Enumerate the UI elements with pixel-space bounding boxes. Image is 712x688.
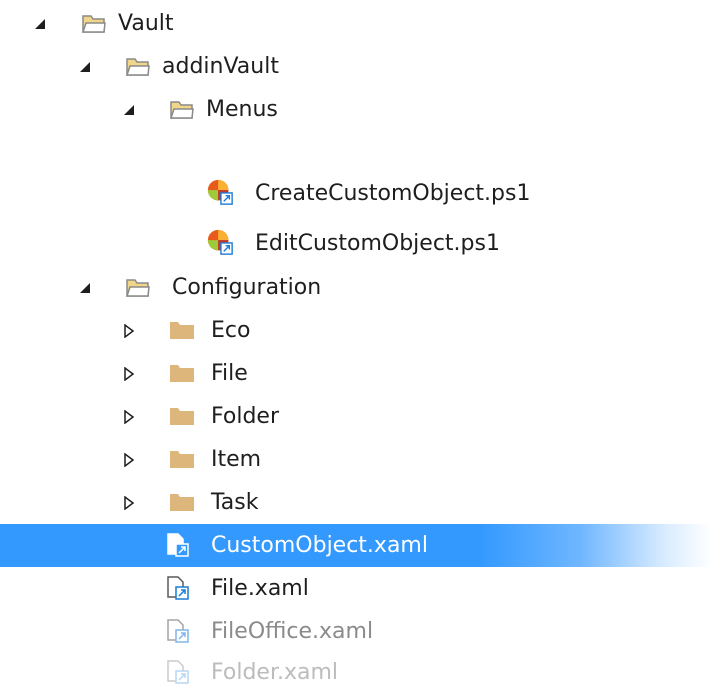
expanded-triangle-icon[interactable] — [76, 45, 94, 88]
tree-node-label: Item — [211, 447, 262, 472]
tree-node-createcustomobject-ps1[interactable]: CreateCustomObject.ps1 — [0, 172, 712, 215]
tree-node-folder-xaml[interactable]: Folder.xaml — [0, 651, 712, 688]
collapsed-triangle-icon[interactable] — [120, 481, 138, 524]
tree-node-vault[interactable]: Vault — [0, 2, 712, 45]
tree-node-label: Vault — [118, 11, 174, 36]
tree-node-item[interactable]: Item — [0, 438, 712, 481]
tree-node-label: Task — [211, 490, 259, 515]
tree-node-folder[interactable]: Folder — [0, 395, 712, 438]
expanded-triangle-icon[interactable] — [76, 266, 94, 309]
collapsed-triangle-icon[interactable] — [120, 438, 138, 481]
folder-open-icon — [124, 53, 152, 79]
collapsed-triangle-icon[interactable] — [120, 309, 138, 352]
tree-node-addinvault[interactable]: addinVault — [0, 45, 712, 88]
tree-node-eco[interactable]: Eco — [0, 309, 712, 352]
tree-node-label: EditCustomObject.ps1 — [255, 231, 500, 256]
tree-node-file-xaml[interactable]: File.xaml — [0, 567, 712, 610]
tree-node-menus[interactable]: Menus — [0, 88, 712, 131]
xaml-file-icon — [163, 659, 191, 685]
folder-icon — [168, 489, 196, 515]
folder-icon — [168, 360, 196, 386]
tree-node-fileoffice-xaml[interactable]: FileOffice.xaml — [0, 610, 712, 653]
folder-icon — [168, 446, 196, 472]
tree-node-file[interactable]: File — [0, 352, 712, 395]
folder-icon — [168, 317, 196, 343]
tree-node-label: Configuration — [172, 275, 322, 300]
tree-node-label: FileOffice.xaml — [211, 619, 374, 644]
xaml-file-icon — [163, 618, 191, 644]
tree-node-label: addinVault — [162, 54, 279, 79]
tree-node-label: Menus — [206, 97, 278, 122]
collapsed-triangle-icon[interactable] — [120, 395, 138, 438]
expanded-triangle-icon[interactable] — [120, 88, 138, 131]
tree-node-label: Folder — [211, 404, 279, 429]
tree-node-label: File — [211, 361, 248, 386]
expanded-triangle-icon[interactable] — [31, 2, 49, 45]
folder-open-icon — [168, 96, 196, 122]
xaml-file-icon — [163, 532, 191, 558]
folder-open-icon — [124, 274, 152, 300]
powershell-script-icon — [206, 179, 234, 205]
tree-node-customobject-xaml[interactable]: CustomObject.xaml — [0, 524, 712, 567]
folder-icon — [168, 403, 196, 429]
xaml-file-icon — [163, 575, 191, 601]
tree-node-label: Folder.xaml — [211, 660, 339, 685]
tree-node-label: Eco — [211, 318, 251, 343]
tree-node-label: CustomObject.xaml — [211, 533, 428, 558]
tree-node-label: File.xaml — [211, 576, 309, 601]
tree-node-label: CreateCustomObject.ps1 — [255, 181, 531, 206]
collapsed-triangle-icon[interactable] — [120, 352, 138, 395]
powershell-script-icon — [206, 229, 234, 255]
tree-node-configuration[interactable]: Configuration — [0, 266, 712, 309]
solution-explorer-tree: Vault addinVault Menus CreateCustomObjec… — [0, 0, 712, 688]
tree-node-task[interactable]: Task — [0, 481, 712, 524]
folder-open-icon — [80, 10, 108, 36]
tree-node-editcustomobject-ps1[interactable]: EditCustomObject.ps1 — [0, 222, 712, 265]
